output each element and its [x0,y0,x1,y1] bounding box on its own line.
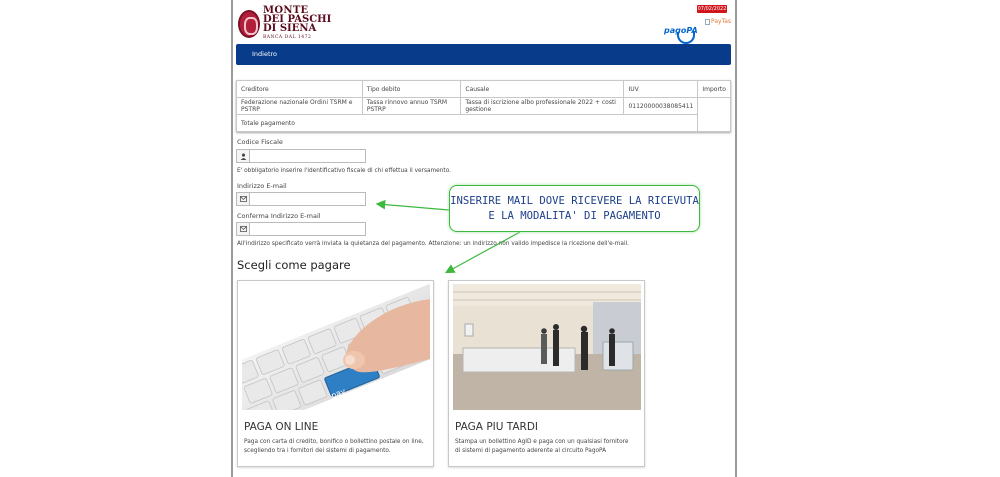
arrow-to-email [375,199,450,211]
annotation-arrows [375,199,521,274]
annotation-line-2: E LA MODALITA' DI PAGAMENTO [488,210,661,222]
annotation-callout: INSERIRE MAIL DOVE RICEVERE LA RICEVUTA … [449,185,700,232]
arrow-to-payment [444,231,521,274]
annotation-line-1: INSERIRE MAIL DOVE RICEVERE LA RICEVUTA [450,195,699,207]
